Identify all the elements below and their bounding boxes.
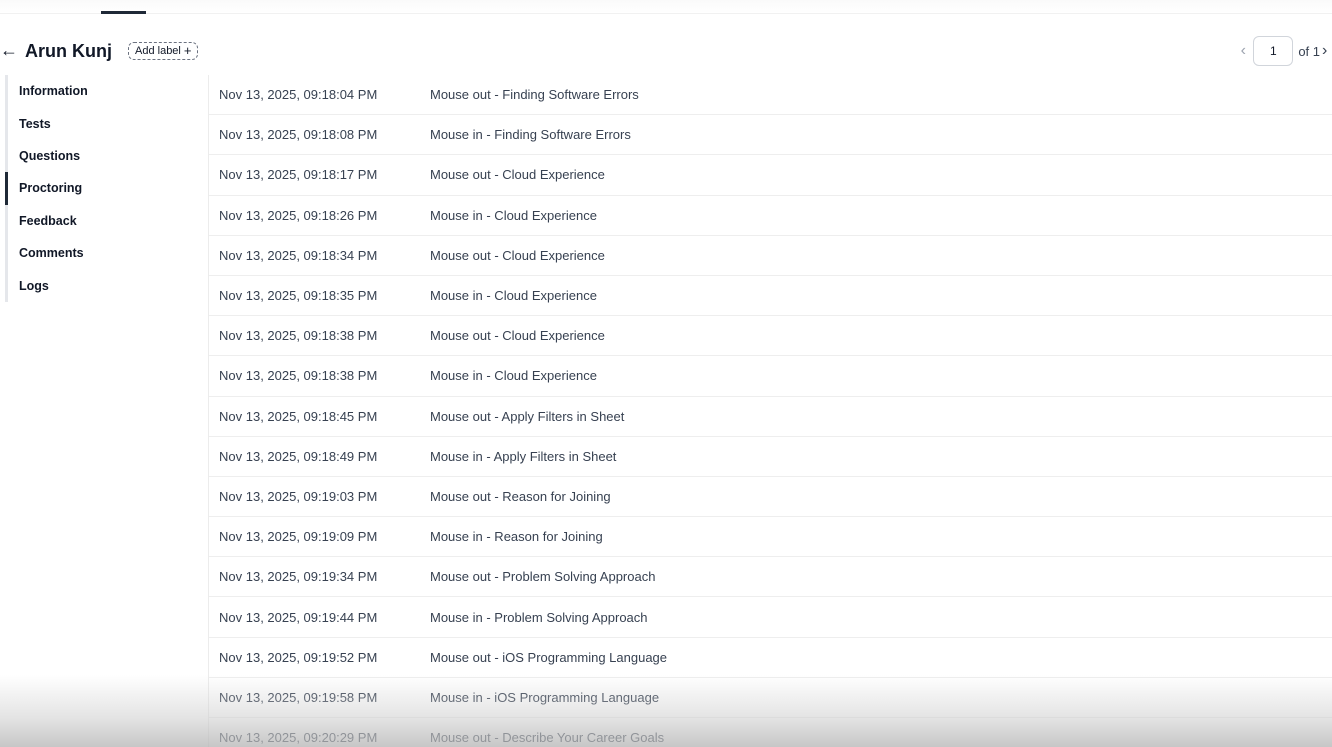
log-row: Nov 13, 2025, 09:18:35 PM Mouse in - Clou… — [209, 276, 1332, 317]
log-event: Mouse out - Cloud Experience — [430, 247, 605, 263]
log-event: Mouse out - Cloud Experience — [430, 167, 605, 183]
sidebar-item-logs[interactable]: Logs — [5, 269, 205, 302]
log-event: Mouse in - Finding Software Errors — [430, 127, 631, 143]
log-timestamp: Nov 13, 2025, 09:18:35 PM — [219, 288, 378, 304]
log-event: Mouse out - iOS Programming Language — [430, 649, 668, 665]
sidebar-item-comments[interactable]: Comments — [5, 236, 205, 270]
page-total-label: of 1 — [1298, 43, 1320, 59]
log-event: Mouse in - Reason for Joining — [430, 529, 603, 545]
log-timestamp: Nov 13, 2025, 09:19:03 PM — [219, 488, 378, 504]
log-row: Nov 13, 2025, 09:18:08 PM Mouse in - Find… — [209, 115, 1332, 156]
log-event: Mouse in - iOS Programming Language — [430, 689, 660, 705]
top-nav-strip — [0, 0, 1332, 14]
log-row: Nov 13, 2025, 09:18:17 PM Mouse out - Clo… — [209, 155, 1332, 196]
log-event: Mouse out - Cloud Experience — [430, 328, 605, 344]
log-event: Mouse in - Cloud Experience — [430, 207, 597, 223]
log-timestamp: Nov 13, 2025, 09:18:17 PM — [219, 167, 378, 183]
log-row: Nov 13, 2025, 09:20:29 PM Mouse out - Des… — [209, 718, 1332, 747]
log-row: Nov 13, 2025, 09:19:58 PM Mouse in - iOS … — [209, 678, 1332, 718]
log-event: Mouse out - Finding Software Errors — [430, 87, 639, 103]
candidate-header: ← Arun Kunj Add label + ‹ 1 of 1 › — [0, 36, 1332, 66]
log-row: Nov 13, 2025, 09:19:44 PM Mouse in - Prob… — [209, 597, 1332, 638]
log-event: Mouse out - Describe Your Career Goals — [430, 730, 665, 746]
sidebar-item-proctoring[interactable]: Proctoring — [5, 172, 205, 205]
plus-icon: + — [183, 43, 192, 58]
arrow-left-icon[interactable]: ← — [0, 39, 20, 61]
sidebar-item-information[interactable]: Information — [5, 75, 205, 108]
sidebar-item-tests[interactable]: Tests — [5, 107, 205, 140]
log-event: Mouse out - Problem Solving Approach — [430, 569, 656, 585]
chevron-left-icon[interactable]: ‹ — [1233, 42, 1253, 60]
pagination: ‹ 1 of 1 › — [1233, 36, 1332, 66]
page-number-input[interactable]: 1 — [1253, 36, 1294, 66]
sidebar-item-questions[interactable]: Questions — [5, 139, 205, 173]
log-row: Nov 13, 2025, 09:19:34 PM Mouse out - Pro… — [209, 557, 1332, 598]
section-sidebar: Information Tests Questions Proctoring Feedb… — [5, 75, 205, 302]
log-row: Nov 13, 2025, 09:18:04 PM Mouse out - Fin… — [209, 75, 1332, 116]
log-event: Mouse in - Cloud Experience — [430, 288, 597, 304]
add-label-button[interactable]: Add label + — [128, 42, 199, 60]
log-event: Mouse in - Apply Filters in Sheet — [430, 448, 617, 464]
log-timestamp: Nov 13, 2025, 09:18:04 PM — [219, 87, 378, 103]
log-timestamp: Nov 13, 2025, 09:18:38 PM — [219, 328, 378, 344]
log-timestamp: Nov 13, 2025, 09:18:34 PM — [219, 247, 378, 263]
log-row: Nov 13, 2025, 09:18:26 PM Mouse in - Clou… — [209, 196, 1332, 236]
log-row: Nov 13, 2025, 09:18:49 PM Mouse in - Appl… — [209, 437, 1332, 477]
candidate-name: Arun Kunj — [25, 41, 112, 61]
log-event: Mouse out - Reason for Joining — [430, 488, 611, 504]
log-row: Nov 13, 2025, 09:18:45 PM Mouse out - App… — [209, 397, 1332, 437]
log-row: Nov 13, 2025, 09:19:52 PM Mouse out - iOS… — [209, 638, 1332, 678]
sidebar-item-feedback[interactable]: Feedback — [5, 204, 205, 237]
chevron-right-icon[interactable]: › — [1322, 42, 1332, 60]
proctoring-log-list: Nov 13, 2025, 09:18:04 PM Mouse out - Fin… — [208, 75, 1332, 747]
log-row: Nov 13, 2025, 09:18:38 PM Mouse in - Clou… — [209, 356, 1332, 397]
log-row: Nov 13, 2025, 09:18:34 PM Mouse out - Clo… — [209, 236, 1332, 276]
log-row: Nov 13, 2025, 09:18:38 PM Mouse out - Clo… — [209, 316, 1332, 357]
log-timestamp: Nov 13, 2025, 09:20:29 PM — [219, 730, 378, 746]
log-timestamp: Nov 13, 2025, 09:19:58 PM — [219, 689, 378, 705]
log-timestamp: Nov 13, 2025, 09:19:44 PM — [219, 609, 378, 625]
log-event: Mouse in - Cloud Experience — [430, 368, 597, 384]
log-timestamp: Nov 13, 2025, 09:19:52 PM — [219, 649, 378, 665]
log-timestamp: Nov 13, 2025, 09:18:45 PM — [219, 408, 378, 424]
log-event: Mouse out - Apply Filters in Sheet — [430, 408, 625, 424]
log-timestamp: Nov 13, 2025, 09:18:26 PM — [219, 207, 378, 223]
active-tab-indicator — [101, 11, 146, 14]
log-event: Mouse in - Problem Solving Approach — [430, 609, 648, 625]
log-timestamp: Nov 13, 2025, 09:19:34 PM — [219, 569, 378, 585]
log-timestamp: Nov 13, 2025, 09:19:09 PM — [219, 529, 378, 545]
log-timestamp: Nov 13, 2025, 09:18:38 PM — [219, 368, 378, 384]
log-timestamp: Nov 13, 2025, 09:18:08 PM — [219, 127, 378, 143]
log-timestamp: Nov 13, 2025, 09:18:49 PM — [219, 448, 378, 464]
log-row: Nov 13, 2025, 09:19:03 PM Mouse out - Rea… — [209, 477, 1332, 518]
log-row: Nov 13, 2025, 09:19:09 PM Mouse in - Reas… — [209, 517, 1332, 558]
candidate-proctoring-page: ← Arun Kunj Add label + ‹ 1 of 1 › Infor… — [0, 0, 1332, 747]
add-label-text: Add label — [135, 45, 181, 57]
